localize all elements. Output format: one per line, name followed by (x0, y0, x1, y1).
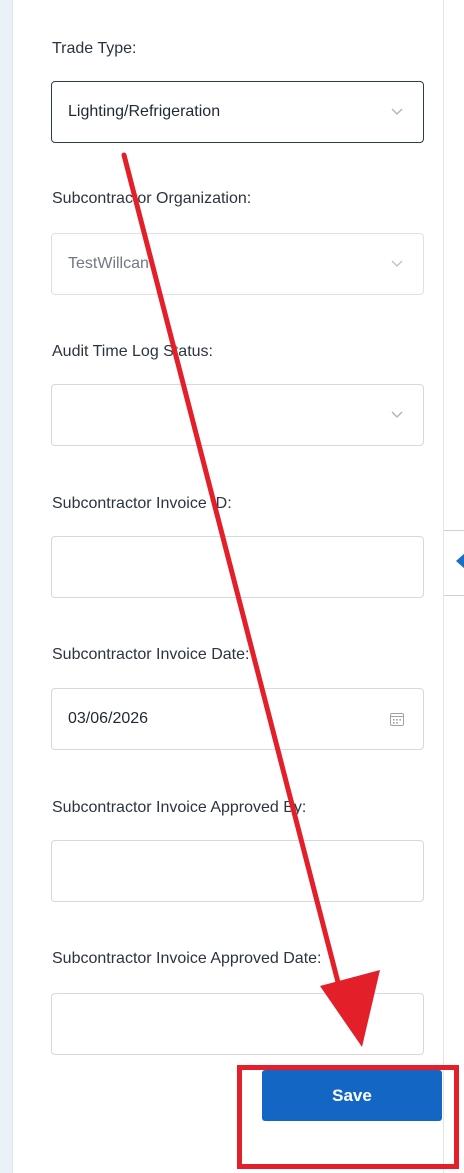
subcontractor-org-select[interactable]: TestWillcan (51, 233, 424, 295)
approved-date-label: Subcontractor Invoice Approved Date: (52, 950, 322, 967)
trade-type-value: Lighting/Refrigeration (68, 103, 221, 120)
chevron-down-icon (391, 411, 403, 418)
calendar-icon[interactable] (389, 711, 405, 727)
invoice-date-input[interactable]: 03/06/2026 (51, 688, 424, 750)
audit-status-label: Audit Time Log Status: (52, 343, 213, 360)
trade-type-label: Trade Type: (52, 40, 137, 57)
caret-left-icon (456, 553, 464, 569)
approved-by-input[interactable] (51, 840, 424, 902)
approved-by-label: Subcontractor Invoice Approved By: (52, 799, 307, 816)
trade-type-select[interactable]: Lighting/Refrigeration (51, 81, 424, 143)
subcontractor-org-label: Subcontractor Organization: (52, 190, 252, 207)
chevron-down-icon (391, 260, 403, 267)
invoice-id-input[interactable] (51, 536, 424, 598)
invoice-id-label: Subcontractor Invoice ID: (52, 495, 232, 512)
approved-date-input[interactable] (51, 993, 424, 1055)
left-edge-strip (0, 0, 12, 1173)
save-button[interactable]: Save (262, 1070, 442, 1121)
invoice-date-label: Subcontractor Invoice Date: (52, 646, 250, 663)
panel-collapse-toggle[interactable] (444, 530, 464, 596)
subcontractor-org-value: TestWillcan (68, 255, 149, 272)
chevron-down-icon (391, 108, 403, 115)
audit-status-select[interactable] (51, 384, 424, 446)
invoice-date-value: 03/06/2026 (68, 710, 149, 727)
